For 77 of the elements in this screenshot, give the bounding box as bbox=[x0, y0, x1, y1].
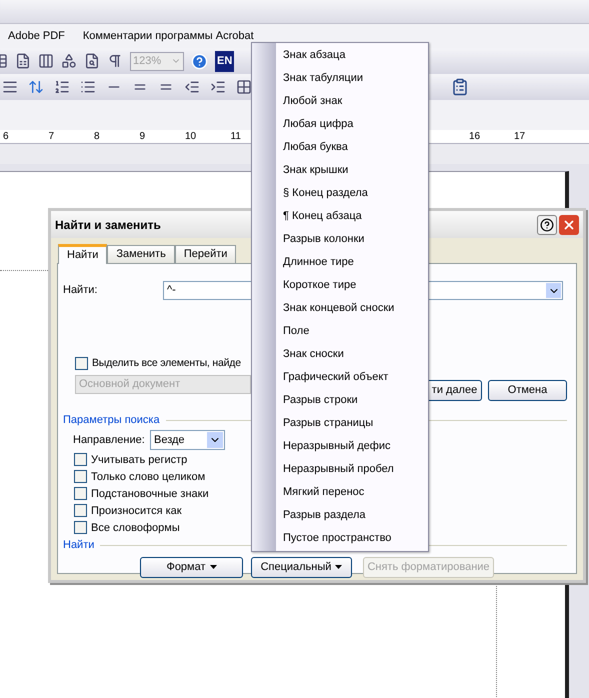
dialog-button[interactable]: Отмена bbox=[488, 380, 567, 401]
dialog-button[interactable]: Специальный bbox=[251, 556, 352, 578]
document-search-icon[interactable] bbox=[84, 53, 100, 69]
option-label: Выделить все элементы, найде bbox=[92, 356, 241, 371]
menu-item[interactable]: Длинное тире bbox=[276, 251, 394, 274]
menu-item[interactable]: Разрыв раздела bbox=[276, 504, 394, 527]
tab[interactable]: Найти bbox=[58, 244, 108, 264]
menu-item[interactable]: Любая цифра bbox=[276, 113, 394, 136]
bullet-list-icon[interactable] bbox=[80, 79, 96, 95]
find-label: Найти: bbox=[62, 283, 98, 298]
menu-item[interactable]: Adobe PDF bbox=[8, 28, 65, 44]
outdent-icon[interactable] bbox=[184, 79, 200, 95]
direction-label: Направление: bbox=[73, 433, 146, 448]
tab[interactable]: Перейти bbox=[174, 245, 236, 263]
menu-item[interactable]: Знак абзаца bbox=[276, 44, 394, 67]
clipboard-icon[interactable] bbox=[451, 78, 469, 96]
option-label: Подстановочные знаки bbox=[91, 486, 209, 502]
close-icon bbox=[562, 218, 576, 232]
menu-item[interactable]: Неразрывный дефис bbox=[276, 435, 394, 458]
justify-icon[interactable] bbox=[2, 79, 18, 95]
shapes-icon[interactable] bbox=[61, 53, 77, 69]
help-button[interactable] bbox=[537, 214, 557, 234]
checkbox[interactable] bbox=[74, 504, 87, 518]
menu-item[interactable]: Разрыв колонки bbox=[276, 228, 394, 251]
dialog-button[interactable]: Формат bbox=[140, 556, 243, 578]
checkbox[interactable] bbox=[74, 521, 87, 534]
help-icon bbox=[540, 218, 554, 232]
menu-item[interactable]: Мягкий перенос bbox=[276, 481, 394, 504]
menu-item[interactable]: ¶ Конец абзаца bbox=[276, 205, 394, 228]
help-icon[interactable] bbox=[191, 52, 208, 70]
menu-item[interactable]: Неразрывный пробел bbox=[276, 458, 394, 481]
ruler-number: 17 bbox=[514, 130, 526, 144]
ruler-number: 9 bbox=[140, 130, 146, 144]
borders-icon[interactable] bbox=[236, 79, 252, 95]
menu-item[interactable]: Короткое тире bbox=[276, 274, 394, 297]
pilcrow-icon[interactable] bbox=[107, 53, 123, 69]
ruler-number: 8 bbox=[94, 130, 101, 144]
menu-item[interactable]: Комментарии программы Acrobat bbox=[82, 28, 254, 44]
ruler-number: 7 bbox=[48, 130, 56, 144]
menu-item[interactable]: Любая буква bbox=[276, 136, 394, 159]
checkbox[interactable] bbox=[74, 487, 87, 500]
option-label: Учитывать регистр bbox=[91, 452, 188, 468]
menu-item[interactable]: Разрыв страницы bbox=[276, 412, 394, 435]
find-value: ^- bbox=[167, 283, 176, 298]
checkbox[interactable] bbox=[74, 453, 87, 466]
menu-item[interactable]: Знак сноски bbox=[276, 343, 394, 366]
menu-item[interactable]: Знак крышки bbox=[276, 159, 394, 182]
line-spacing-icon[interactable] bbox=[28, 79, 44, 95]
columns-icon[interactable] bbox=[38, 53, 54, 69]
section-heading: Параметры поиска bbox=[62, 412, 161, 428]
indent-icon[interactable] bbox=[210, 79, 226, 95]
menu-item[interactable]: Графический объект bbox=[276, 366, 394, 389]
option-label: Все словоформы bbox=[91, 520, 180, 536]
ruler-number: 16 bbox=[469, 130, 482, 144]
direction-select[interactable]: Везде bbox=[150, 430, 225, 450]
close-button[interactable] bbox=[559, 214, 579, 234]
dialog-button[interactable]: ти далее bbox=[428, 380, 482, 401]
ruler-number: 10 bbox=[185, 130, 198, 144]
spreadsheet-icon[interactable] bbox=[15, 53, 31, 69]
checkbox[interactable] bbox=[74, 470, 87, 484]
menu-item[interactable]: Поле bbox=[276, 320, 394, 343]
language-button[interactable]: EN bbox=[215, 50, 234, 72]
checkbox[interactable] bbox=[75, 357, 88, 370]
menu-item[interactable]: Разрыв строки bbox=[276, 389, 394, 412]
menu-item[interactable]: Знак табуляции bbox=[276, 67, 394, 90]
menu-item[interactable]: § Конец раздела bbox=[276, 182, 394, 205]
section-heading: Найти bbox=[62, 538, 96, 554]
numbered-list-icon[interactable] bbox=[54, 79, 70, 95]
menu-item[interactable]: Любой знак bbox=[276, 90, 394, 113]
tab[interactable]: Заменить bbox=[107, 245, 175, 263]
menu-item[interactable]: Пустое пространство bbox=[276, 527, 394, 550]
dialog-title: Найти и заменить bbox=[55, 216, 161, 234]
ruler-number: 11 bbox=[230, 130, 242, 144]
ruler-number: 6 bbox=[3, 130, 10, 144]
option-label: Только слово целиком bbox=[91, 470, 206, 484]
option-label: Произносится как bbox=[91, 504, 182, 518]
menu-item[interactable]: Знак концевой сноски bbox=[276, 297, 394, 320]
